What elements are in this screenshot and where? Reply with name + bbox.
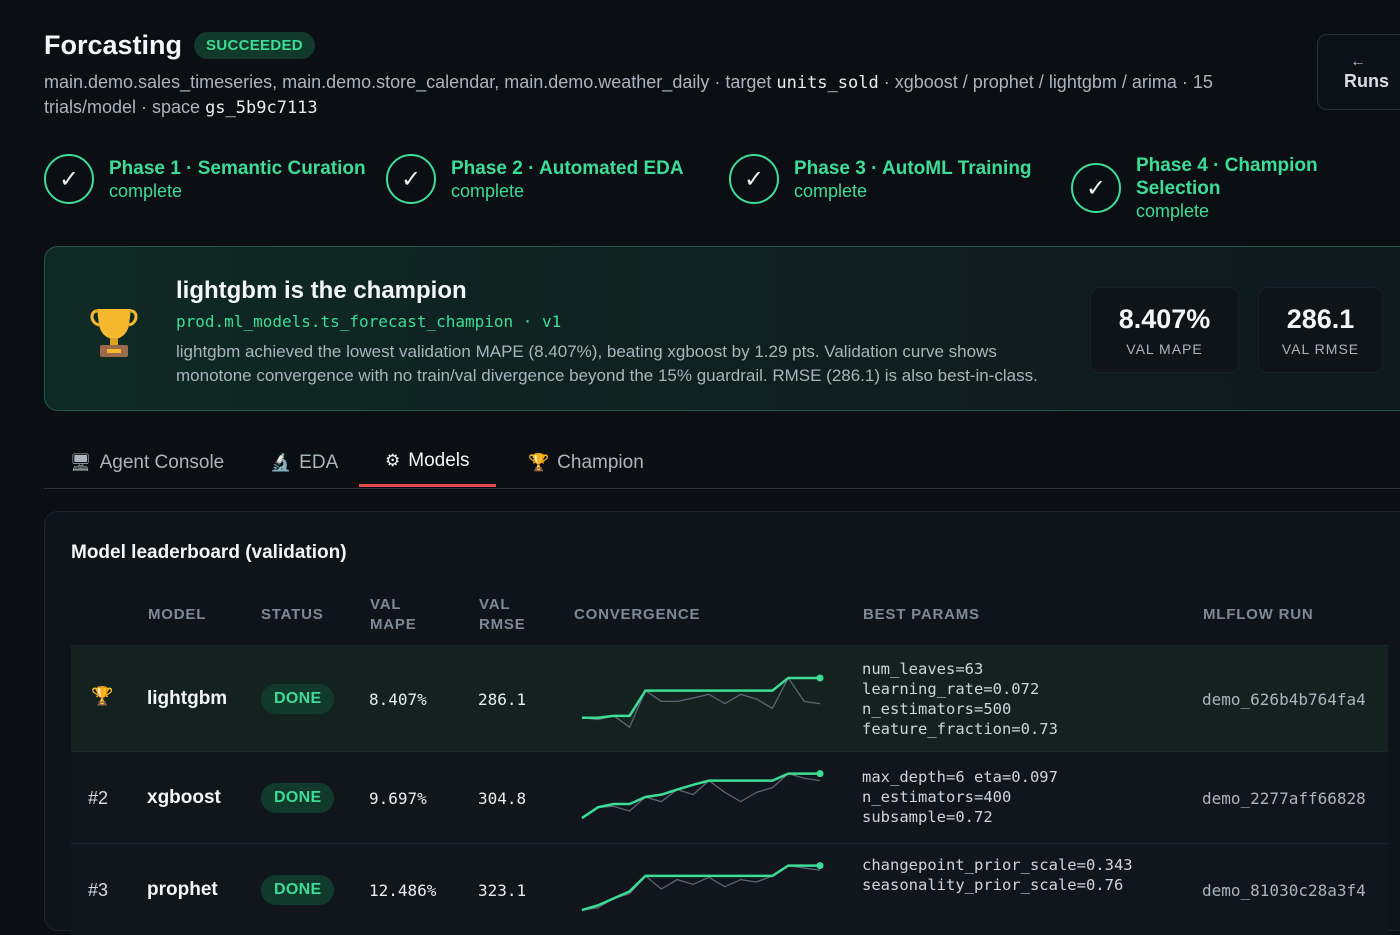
champion-title: lightgbm is the champion — [176, 277, 467, 304]
val-mape: 8.407% — [369, 690, 427, 709]
trophy-icon: 🏆 — [528, 452, 550, 472]
col-header-line: RMSE — [479, 616, 526, 633]
check-icon: ✓ — [729, 154, 779, 204]
val-rmse: 286.1 — [478, 690, 527, 709]
col-header-mlflow-run: MLFLOW RUN — [1203, 606, 1314, 623]
trial-score-line — [581, 676, 821, 729]
subtitle-space: gs_5b9c7113 — [205, 98, 318, 118]
convergence-sparkline — [581, 770, 824, 820]
col-header-status: STATUS — [261, 606, 324, 623]
phase-status: complete — [794, 180, 868, 201]
metric-label: VAL RMSE — [1281, 340, 1360, 357]
champion-model-path: prod.ml_models.ts_forecast_champion · v1 — [176, 312, 562, 331]
rank-trophy-icon: 🏆 — [91, 686, 114, 706]
status-badge: DONE — [261, 684, 335, 714]
phase-title: Phase 2 · Automated EDA — [451, 157, 684, 179]
champion-description: lightgbm achieved the lowest validation … — [176, 342, 1038, 385]
rank-label: #2 — [88, 788, 109, 808]
best-params: num_leaves=63 learning_rate=0.072 n_esti… — [862, 660, 1058, 738]
table-row[interactable]: 🏆 lightgbm DONE 8.407% 286.1 num_leaves=… — [71, 645, 1388, 751]
phase-title: Phase 3 · AutoML Training — [794, 157, 1032, 179]
leaderboard-title: Model leaderboard (validation) — [71, 542, 347, 563]
tab-label: Models — [408, 450, 470, 471]
best-score-end-dot — [816, 674, 824, 682]
check-icon: ✓ — [386, 154, 436, 204]
col-header-val-rmse: VAL RMSE — [479, 595, 526, 635]
best-params: changepoint_prior_scale=0.343 seasonalit… — [862, 856, 1133, 894]
metric-value: 286.1 — [1286, 303, 1355, 334]
rank-label: #3 — [88, 880, 109, 900]
best-params: max_depth=6 eta=0.097 n_estimators=400 s… — [862, 768, 1058, 826]
model-name: lightgbm — [147, 688, 228, 709]
check-icon: ✓ — [1071, 163, 1121, 213]
col-header-convergence: CONVERGENCE — [574, 606, 701, 623]
arrow-left-icon: ← — [1350, 52, 1366, 70]
table-row[interactable]: #2 xgboost DONE 9.697% 304.8 max_depth=6… — [71, 751, 1388, 843]
model-name: prophet — [147, 879, 218, 900]
phase-4: ✓ Phase 4 · Champion Selection complete — [1071, 154, 1336, 222]
val-rmse: 304.8 — [478, 789, 527, 808]
tab-label: Champion — [557, 451, 644, 473]
phase-status: complete — [451, 180, 525, 201]
phase-2: ✓ Phase 2 · Automated EDA complete — [386, 154, 684, 204]
header-title-row: Forcasting SUCCEEDED — [44, 30, 315, 61]
best-score-line — [581, 864, 820, 912]
status-badge: DONE — [261, 875, 335, 905]
mlflow-run-link[interactable]: demo_81030c28a3f4 — [1202, 881, 1366, 900]
tab-models[interactable]: ⚙ Models — [359, 438, 496, 487]
best-score-end-dot — [816, 770, 824, 778]
phase-1: ✓ Phase 1 · Semantic Curation complete — [44, 154, 366, 204]
best-score-line — [582, 676, 820, 719]
model-name: xgboost — [147, 787, 221, 808]
val-mape: 12.486% — [369, 881, 437, 900]
col-header-val-mape: VAL MAPE — [370, 595, 417, 635]
mlflow-run-link[interactable]: demo_2277aff66828 — [1202, 789, 1366, 808]
phase-title: Phase 1 · Semantic Curation — [109, 157, 366, 179]
champion-card: lightgbm is the champion prod.ml_models.… — [44, 246, 1400, 411]
col-header-model: MODEL — [148, 606, 207, 623]
val-rmse: 323.1 — [478, 881, 527, 900]
tab-champion[interactable]: 🏆 Champion — [502, 438, 670, 487]
runs-button-label: Runs — [1344, 70, 1389, 91]
trial-score-line — [581, 864, 821, 911]
trophy-icon — [90, 309, 138, 357]
run-subtitle: main.demo.sales_timeseries, main.demo.st… — [44, 70, 1244, 120]
phase-status: complete — [1136, 201, 1210, 221]
check-icon: ✓ — [44, 154, 94, 204]
monitor-icon: 🖥 — [70, 452, 92, 472]
metric-value: 8.407% — [1118, 303, 1211, 334]
table-row[interactable]: #3 prophet DONE 12.486% 323.1 changepoin… — [71, 843, 1388, 935]
mlflow-run-link[interactable]: demo_626b4b764fa4 — [1202, 690, 1366, 709]
convergence-sparkline — [581, 862, 824, 912]
best-score-line — [581, 772, 820, 820]
convergence-sparkline — [581, 674, 824, 729]
col-header-line: VAL — [370, 596, 402, 613]
subtitle-target: units_sold — [776, 73, 879, 93]
metric-label: VAL MAPE — [1126, 340, 1203, 357]
microscope-icon: 🔬 — [270, 452, 292, 472]
status-badge: SUCCEEDED — [194, 32, 315, 59]
tab-label: EDA — [299, 451, 339, 473]
trial-score-line — [581, 772, 821, 819]
tab-agent-console[interactable]: 🖥 Agent Console — [44, 438, 250, 487]
best-score-end-dot — [816, 862, 824, 870]
phase-title: Phase 4 · Champion Selection — [1136, 155, 1318, 199]
phase-status: complete — [109, 180, 183, 201]
metric-val-mape: 8.407% VAL MAPE — [1090, 287, 1239, 373]
phase-3: ✓ Phase 3 · AutoML Training complete — [729, 154, 1032, 204]
page-title: Forcasting — [44, 30, 183, 60]
col-header-line: VAL — [479, 596, 511, 613]
status-badge: DONE — [261, 783, 335, 813]
metric-val-rmse: 286.1 VAL RMSE — [1258, 287, 1383, 373]
runs-button[interactable]: ← Runs — [1317, 34, 1400, 110]
col-header-best-params: BEST PARAMS — [863, 606, 980, 623]
val-mape: 9.697% — [369, 789, 427, 808]
leaderboard-panel: Model leaderboard (validation) MODEL STA… — [44, 511, 1400, 935]
tab-label: Agent Console — [99, 451, 225, 473]
gear-icon: ⚙ — [385, 451, 401, 470]
tab-bar: 🖥 Agent Console 🔬 EDA ⚙ Models 🏆 Champio… — [44, 438, 1400, 489]
subtitle-tables: main.demo.sales_timeseries, main.demo.st… — [44, 72, 777, 92]
tab-eda[interactable]: 🔬 EDA — [244, 438, 364, 487]
col-header-line: MAPE — [370, 616, 417, 633]
